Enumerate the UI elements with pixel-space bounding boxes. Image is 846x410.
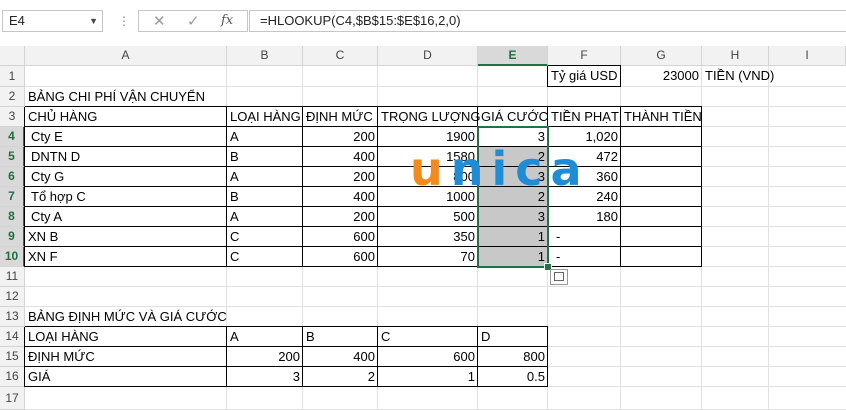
cell-b10[interactable]: C [227,247,303,267]
row-header-1[interactable]: 1 [0,66,25,87]
cell-g3[interactable]: THÀNH TIỀN [621,107,702,127]
cell-c5[interactable]: 400 [303,147,378,167]
cell-a15[interactable]: ĐỊNH MỨC [25,347,227,367]
row-header-15[interactable]: 15 [0,347,25,367]
cell-a16[interactable]: GIÁ [25,367,227,387]
cell-g1[interactable]: 23000 [621,66,702,87]
cell-b4[interactable]: A [227,127,303,147]
cell-a5[interactable]: DNTN D [25,147,227,167]
cell-f9[interactable]: - [548,227,621,247]
column-header-c[interactable]: C [303,46,378,66]
cell-f1[interactable]: Tỷ giá USD [548,66,621,87]
worksheet-grid[interactable]: A B C D E F G H I 1 2 3 4 5 6 7 8 9 10 11 12 13 14 15 16 17 Tỷ giá… [0,0,846,410]
unica-logo: unica [410,146,590,192]
cell-c15[interactable]: 400 [303,347,378,367]
cell-b15[interactable]: 200 [227,347,303,367]
cell-a7[interactable]: Tổ hợp C [25,187,227,207]
cell-h1[interactable]: TIỀN (VND) [702,66,774,87]
row-header-17[interactable]: 17 [0,387,25,410]
row-header-16[interactable]: 16 [0,367,25,387]
gridline-v [768,66,769,410]
cell-c10[interactable]: 600 [303,247,378,267]
cell-f10[interactable]: - [548,247,621,267]
row-header-8[interactable]: 8 [0,207,25,227]
cell-a13[interactable]: BẢNG ĐỊNH MỨC VÀ GIÁ CƯỚC [25,307,227,327]
cell-a8[interactable]: Cty A [25,207,227,227]
cell-e3[interactable]: GIÁ CƯỚC [478,107,548,127]
cell-b5[interactable]: B [227,147,303,167]
column-header-h[interactable]: H [702,46,769,66]
cell-d8[interactable]: 500 [378,207,478,227]
row-header-13[interactable]: 13 [0,307,25,327]
cell-e15[interactable]: 800 [478,347,548,367]
row-header-11[interactable]: 11 [0,267,25,287]
cell-d3[interactable]: TRỌNG LƯỢNG [378,107,481,127]
cell-b6[interactable]: A [227,167,303,187]
logo-letter-u: u [410,142,451,196]
cell-c4[interactable]: 200 [303,127,378,147]
cell-e16[interactable]: 0.5 [478,367,548,387]
cell-a2[interactable]: BẢNG CHI PHÍ VẬN CHUYỂN [25,87,227,107]
row-header-9[interactable]: 9 [0,227,25,247]
cell-e14[interactable]: D [478,327,548,347]
cell-c7[interactable]: 400 [303,187,378,207]
cell-b9[interactable]: C [227,227,303,247]
cell-f8[interactable]: 180 [548,207,621,227]
cell-a14[interactable]: LOẠI HÀNG [25,327,227,347]
cell-b8[interactable]: A [227,207,303,227]
row-header-6[interactable]: 6 [0,167,25,187]
table-border [701,107,702,267]
cell-d10[interactable]: 70 [378,247,478,267]
cell-c3[interactable]: ĐỊNH MỨC [303,107,378,127]
cell-b7[interactable]: B [227,187,303,207]
row-header-7[interactable]: 7 [0,187,25,207]
column-header-d[interactable]: D [378,46,478,66]
cell-c8[interactable]: 200 [303,207,378,227]
quick-analysis-icon[interactable] [550,269,568,285]
column-header-b[interactable]: B [227,46,303,66]
cell-c9[interactable]: 600 [303,227,378,247]
column-header-i[interactable]: I [769,46,846,66]
row-header-4[interactable]: 4 [0,127,25,147]
cell-a4[interactable]: Cty E [25,127,227,147]
cell-a6[interactable]: Cty G [25,167,227,187]
cell-c6[interactable]: 200 [303,167,378,187]
row-header-10[interactable]: 10 [0,247,25,267]
quick-analysis-glyph [554,272,564,281]
cell-b14[interactable]: A [227,327,303,347]
column-header-e[interactable]: E [478,46,548,66]
gridline-h [25,286,846,287]
cell-b3[interactable]: LOẠI HÀNG [227,107,303,127]
cell-b16[interactable]: 3 [227,367,303,387]
cell-d15[interactable]: 600 [378,347,478,367]
cell-a3[interactable]: CHỦ HÀNG [25,107,227,127]
column-header-a[interactable]: A [25,46,227,66]
select-all-corner[interactable] [0,46,25,66]
cell-c16[interactable]: 2 [303,367,378,387]
cell-c14[interactable]: B [303,327,378,347]
row-header-14[interactable]: 14 [0,327,25,347]
row-header-3[interactable]: 3 [0,107,25,127]
row-header-5[interactable]: 5 [0,147,25,167]
cell-f3[interactable]: TIỀN PHẠT [548,107,621,127]
row-header-2[interactable]: 2 [0,87,25,107]
cell-d9[interactable]: 350 [378,227,478,247]
cell-d16[interactable]: 1 [378,367,478,387]
row-header-12[interactable]: 12 [0,287,25,307]
cell-a9[interactable]: XN B [25,227,227,247]
cell-a10[interactable]: XN F [25,247,227,267]
column-header-g[interactable]: G [621,46,702,66]
column-header-f[interactable]: F [548,46,621,66]
cell-d14[interactable]: C [378,327,478,347]
logo-letters: nica [450,142,590,196]
